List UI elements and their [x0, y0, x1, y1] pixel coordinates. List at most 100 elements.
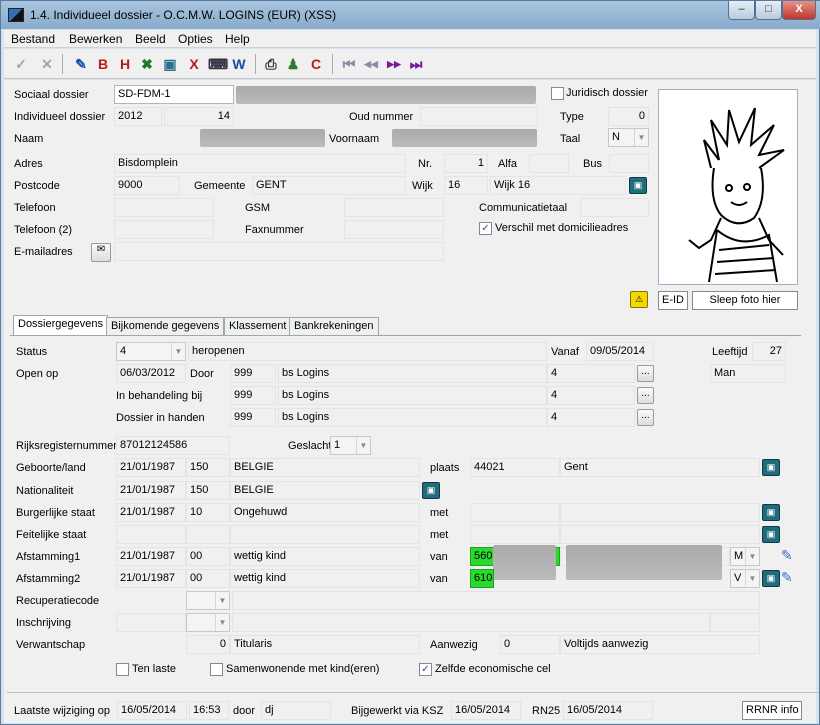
- afst2-date[interactable]: 21/01/1987: [116, 569, 186, 588]
- keyboard-icon[interactable]: ⌨: [208, 56, 228, 72]
- plaats-code[interactable]: 44021: [470, 458, 560, 477]
- postcode-field[interactable]: 9000: [114, 176, 180, 195]
- telefoon-field[interactable]: [114, 198, 214, 217]
- afst1-code[interactable]: 00: [186, 547, 230, 566]
- wijk-field[interactable]: 16: [444, 176, 488, 195]
- search-card-icon[interactable]: ▣: [762, 526, 780, 543]
- year-field[interactable]: 2012: [114, 107, 162, 126]
- search-card-icon[interactable]: ▣: [762, 504, 780, 521]
- burger-met-code[interactable]: [470, 503, 560, 522]
- afst2-code[interactable]: 00: [186, 569, 230, 588]
- afst1-gender-select[interactable]: M ▼: [730, 547, 760, 566]
- edit-icon[interactable]: ✎: [72, 56, 90, 72]
- communicatietaal-field[interactable]: [580, 198, 649, 217]
- menu-help[interactable]: Help: [225, 32, 250, 46]
- nat-code[interactable]: 150: [186, 481, 230, 500]
- vanaf-field[interactable]: 09/05/2014: [586, 342, 654, 361]
- aanwezig-code[interactable]: 0: [500, 635, 560, 654]
- geslacht-select[interactable]: 1 ▼: [330, 436, 371, 455]
- search-card-icon[interactable]: ▣: [161, 56, 179, 72]
- pencil-icon[interactable]: ✎: [781, 569, 793, 586]
- ten-laste-checkbox[interactable]: [116, 663, 129, 676]
- bus-field[interactable]: [609, 154, 649, 173]
- search-card-icon[interactable]: ▣: [629, 177, 647, 194]
- adres-field[interactable]: Bisdomplein: [114, 154, 406, 173]
- samenwonende-checkbox[interactable]: [210, 663, 223, 676]
- c-icon[interactable]: C: [307, 56, 325, 72]
- search-card-icon[interactable]: ▣: [762, 459, 780, 476]
- rrnr-info-button[interactable]: RRNR info: [742, 701, 802, 720]
- geboorte-code[interactable]: 150: [186, 458, 230, 477]
- door-code[interactable]: 999: [230, 364, 276, 383]
- cancel-icon[interactable]: ✕: [38, 56, 56, 72]
- last-icon[interactable]: ⏭: [407, 56, 425, 72]
- maximize-button[interactable]: □: [755, 1, 782, 20]
- email-field[interactable]: [114, 242, 444, 261]
- behandeling-code[interactable]: 999: [230, 386, 276, 405]
- afst2-van[interactable]: 610: [470, 569, 494, 588]
- behandeling-more-button[interactable]: ...: [637, 387, 654, 404]
- feit-code[interactable]: [186, 525, 230, 544]
- door-more-button[interactable]: ...: [637, 365, 654, 382]
- geboorte-date[interactable]: 21/01/1987: [116, 458, 186, 477]
- photo-frame[interactable]: [658, 89, 798, 285]
- zelfde-checkbox[interactable]: ✓: [419, 663, 432, 676]
- menu-beeld[interactable]: Beeld: [135, 32, 166, 46]
- nat-date[interactable]: 21/01/1987: [116, 481, 186, 500]
- menu-opties[interactable]: Opties: [178, 32, 213, 46]
- verwantschap-code[interactable]: 0: [186, 635, 230, 654]
- sociaal-dossier-field[interactable]: SD-FDM-1: [114, 85, 234, 104]
- handen-code[interactable]: 999: [230, 408, 276, 427]
- juridisch-checkbox[interactable]: [551, 87, 564, 100]
- tab-bankrekeningen[interactable]: Bankrekeningen: [289, 317, 379, 335]
- handen-more-button[interactable]: ...: [637, 409, 654, 426]
- inschrijving-select[interactable]: ▼: [186, 613, 230, 632]
- afst2-gender-select[interactable]: V ▼: [730, 569, 760, 588]
- close-button[interactable]: X: [782, 1, 816, 20]
- taal-select[interactable]: N ▼: [608, 128, 649, 147]
- next-icon[interactable]: ▶▶: [385, 56, 403, 72]
- type-field[interactable]: 0: [608, 107, 649, 126]
- warning-icon[interactable]: ⚠: [630, 291, 648, 308]
- inschrijving-date[interactable]: [116, 613, 186, 632]
- recup-field[interactable]: [232, 591, 760, 610]
- word-icon[interactable]: W: [230, 56, 248, 72]
- open-op-field[interactable]: 06/03/2012: [116, 364, 186, 383]
- x-icon[interactable]: X: [185, 56, 203, 72]
- recup-select[interactable]: ▼: [186, 591, 230, 610]
- oud-nummer-field[interactable]: [420, 107, 538, 126]
- person-icon[interactable]: ♟: [284, 56, 302, 72]
- status-select[interactable]: 4 ▼: [116, 342, 186, 361]
- verschil-checkbox[interactable]: ✓: [479, 222, 492, 235]
- excel-icon[interactable]: ✖: [138, 56, 156, 72]
- telefoon2-field[interactable]: [114, 220, 214, 239]
- search-card-icon[interactable]: ▣: [762, 570, 780, 587]
- faxnummer-field[interactable]: [344, 220, 444, 239]
- afst1-date[interactable]: 21/01/1987: [116, 547, 186, 566]
- printer-icon[interactable]: ⎙: [262, 56, 280, 72]
- alfa-field[interactable]: [529, 154, 569, 173]
- rijksregister-field[interactable]: 87012124586: [116, 436, 230, 455]
- gsm-field[interactable]: [344, 198, 444, 217]
- feit-met-code[interactable]: [470, 525, 560, 544]
- sleep-foto-button[interactable]: Sleep foto hier: [692, 291, 798, 310]
- menu-bestand[interactable]: Bestand: [11, 32, 55, 46]
- feit-date[interactable]: [116, 525, 186, 544]
- burger-date[interactable]: 21/01/1987: [116, 503, 186, 522]
- prev-icon[interactable]: ◀◀: [362, 56, 380, 72]
- gemeente-field[interactable]: GENT: [252, 176, 406, 195]
- search-card-icon[interactable]: ▣: [422, 482, 440, 499]
- tab-bijkomende-gegevens[interactable]: Bijkomende gegevens: [106, 317, 225, 335]
- minimize-button[interactable]: –: [728, 1, 755, 20]
- pencil-icon[interactable]: ✎: [781, 547, 793, 564]
- eid-button[interactable]: E-ID: [658, 291, 688, 310]
- nr-field[interactable]: 1: [444, 154, 488, 173]
- email-compose-icon[interactable]: ✉: [91, 243, 111, 262]
- tab-dossiergegevens[interactable]: Dossiergegevens: [13, 315, 108, 335]
- menu-bewerken[interactable]: Bewerken: [69, 32, 122, 46]
- wijk-name-field[interactable]: Wijk 16: [490, 176, 626, 195]
- tab-klassement[interactable]: Klassement: [224, 317, 292, 335]
- burger-code[interactable]: 10: [186, 503, 230, 522]
- b-icon[interactable]: B: [94, 56, 112, 72]
- first-icon[interactable]: ⏮: [340, 56, 358, 72]
